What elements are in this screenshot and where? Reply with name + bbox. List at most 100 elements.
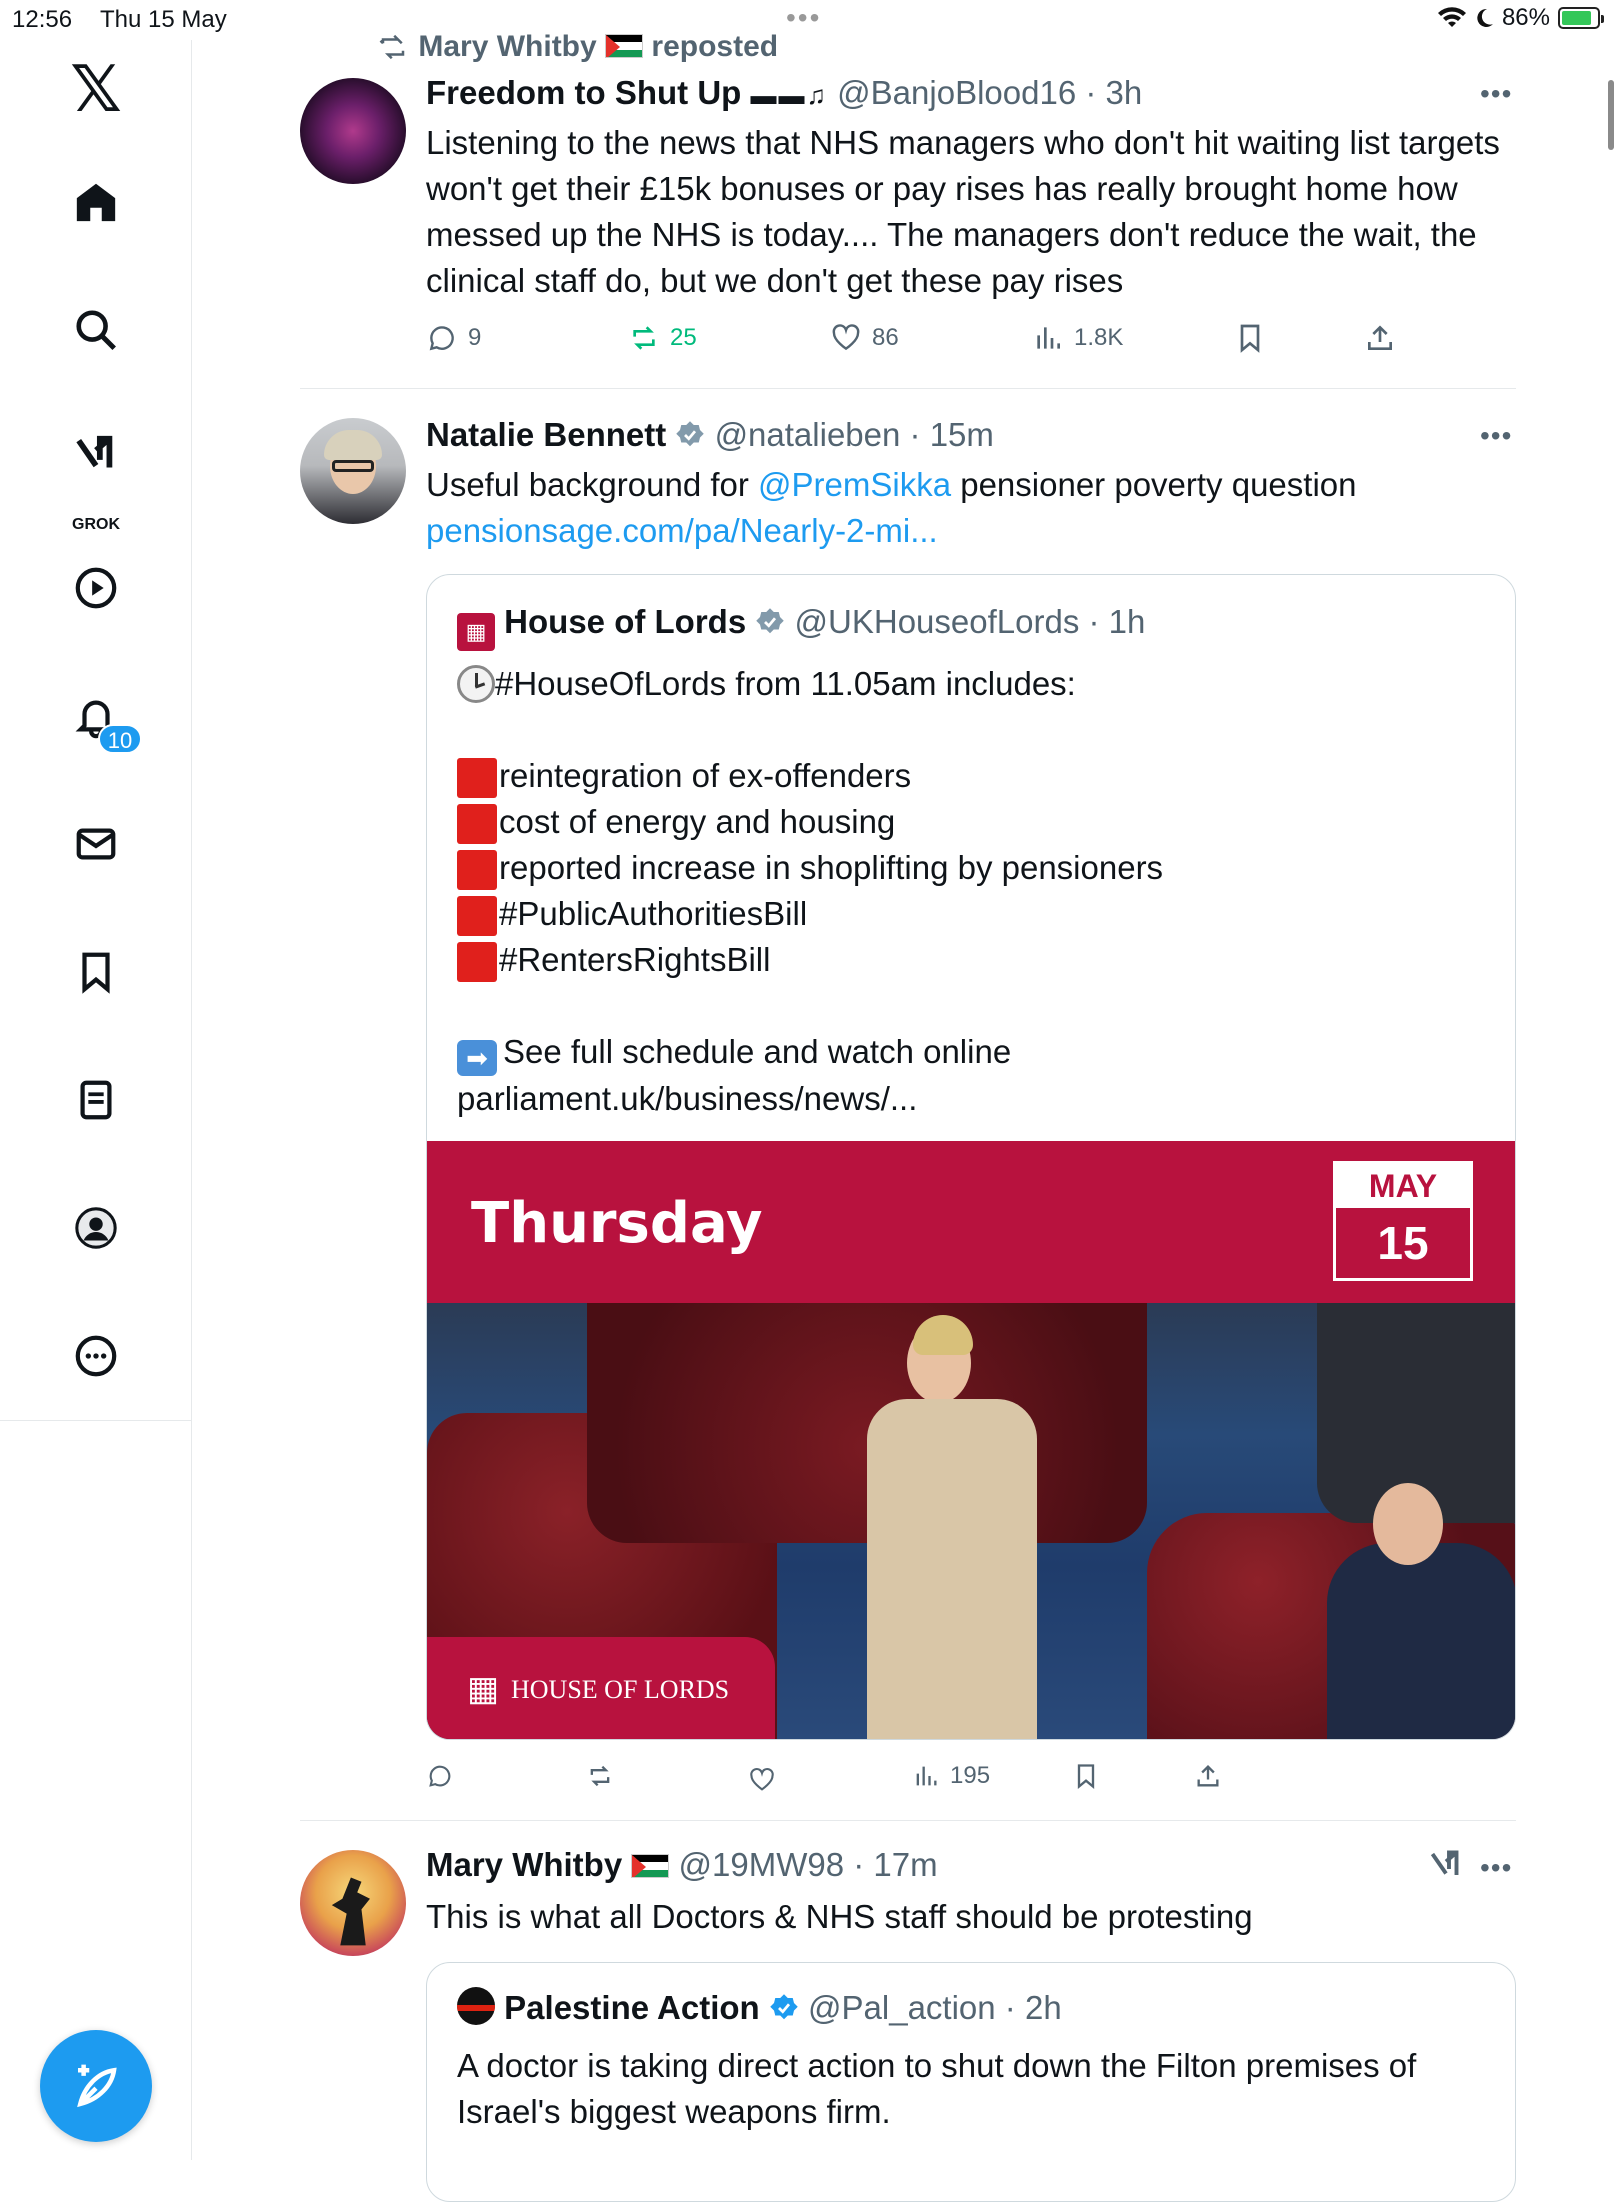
quote-time: 1h	[1108, 603, 1146, 640]
post-time[interactable]: 15m	[930, 416, 994, 453]
right-arrow-icon: ➡	[457, 1040, 497, 1076]
quote-header: ▦ House of Lords @UKHouseofLords · 1h	[457, 603, 1145, 651]
author-handle[interactable]: @BanjoBlood16	[837, 74, 1076, 111]
grok-label: GROK	[72, 516, 120, 533]
palestine-flag-icon	[631, 1854, 670, 1878]
post-text-post: pensioner poverty question	[951, 466, 1357, 503]
bookmark-button[interactable]	[1072, 1762, 1100, 1790]
sidebar: 𝕏 GROK 10	[0, 40, 192, 2160]
compose-icon	[77, 2064, 117, 2108]
avatar[interactable]	[300, 418, 406, 524]
like-button[interactable]	[748, 1766, 776, 1794]
logo-text: HOUSE OF LORDS	[511, 1675, 730, 1704]
home-icon[interactable]	[66, 172, 126, 232]
views-button[interactable]: 1.8K	[1032, 322, 1123, 354]
emoji-flags-icon: ▬▬♫	[750, 80, 828, 110]
repost-label: reposted	[651, 30, 779, 63]
share-button[interactable]	[1194, 1762, 1222, 1790]
post-text: Listening to the news that NHS managers …	[426, 124, 1500, 299]
author-handle[interactable]: @natalieben	[715, 416, 901, 453]
reply-button[interactable]	[426, 1762, 454, 1790]
quoted-post[interactable]: Palestine Action @Pal_action · 2h A doct…	[426, 1962, 1516, 2202]
mail-icon[interactable]	[66, 814, 126, 874]
avatar[interactable]	[300, 1850, 406, 1956]
repost-icon	[590, 1765, 610, 1787]
avatar[interactable]	[300, 78, 406, 184]
author-handle[interactable]: @19MW98	[679, 1846, 845, 1883]
portcullis-icon: ▦	[457, 613, 495, 651]
banner-date: 15	[1336, 1208, 1470, 1278]
author-name[interactable]: Mary Whitby	[426, 1846, 622, 1883]
grok-explain-button[interactable]	[1428, 1848, 1464, 1884]
liver-bird-icon	[331, 1877, 370, 1946]
lords-logo: ▦ HOUSE OF LORDS	[427, 1637, 775, 1739]
reply-count: 9	[468, 324, 482, 351]
post-text: Useful background for @PremSikka pension…	[426, 462, 1506, 554]
battery-percent: 86%	[1501, 4, 1550, 31]
battery-icon	[1558, 7, 1604, 29]
verified-badge-icon	[770, 1994, 798, 2020]
video-icon[interactable]	[66, 558, 126, 618]
calendar-icon: MAY 15	[1333, 1161, 1473, 1281]
quote-header: Palestine Action @Pal_action · 2h	[457, 1987, 1062, 2027]
more-options-icon[interactable]: •••	[1480, 420, 1512, 452]
bookmark-icon	[1240, 324, 1260, 353]
more-options-icon[interactable]: •••	[1480, 1852, 1512, 1884]
quote-time: 2h	[1024, 1989, 1062, 2026]
grok-icon[interactable]	[66, 426, 126, 486]
repost-button[interactable]	[586, 1762, 614, 1790]
agenda-item: cost of energy and housing	[457, 799, 1497, 845]
quote-author-handle[interactable]: @UKHouseofLords	[795, 603, 1080, 640]
more-icon[interactable]	[66, 1326, 126, 1386]
quote-author-name[interactable]: Palestine Action	[504, 1989, 760, 2026]
quoted-post[interactable]: ▦ House of Lords @UKHouseofLords · 1h #H…	[426, 574, 1516, 1740]
author-name[interactable]: Freedom to Shut Up	[426, 74, 741, 111]
search-icon[interactable]	[66, 300, 126, 360]
quote-author-name[interactable]: House of Lords	[504, 603, 746, 640]
reply-icon	[429, 1765, 451, 1787]
wifi-icon	[1437, 7, 1466, 28]
quote-cta: See full schedule and watch online	[503, 1033, 1012, 1070]
author-name[interactable]: Natalie Bennett	[426, 416, 666, 453]
share-button[interactable]	[1364, 322, 1396, 354]
agenda-item: reported increase in shoplifting by pens…	[457, 845, 1497, 891]
heart-icon	[750, 1767, 774, 1791]
mention-link[interactable]: @PremSikka	[758, 466, 951, 503]
reply-button[interactable]: 9	[426, 322, 481, 354]
post-header: Mary Whitby @19MW98 · 17m	[426, 1846, 938, 1883]
repost-button[interactable]: 25	[628, 322, 697, 354]
quote-author-handle[interactable]: @Pal_action	[808, 1989, 996, 2026]
bookmark-icon[interactable]	[66, 942, 126, 1002]
banner-month: MAY	[1368, 1168, 1438, 1204]
multitask-dots-icon[interactable]: •••	[786, 2, 821, 34]
list-icon[interactable]	[66, 1070, 126, 1130]
quote-body: #HouseOfLords from 11.05am includes: rei…	[457, 661, 1497, 1122]
schedule-image[interactable]: Thursday MAY 15 ▦ HOUSE OF LORDS	[427, 1141, 1515, 1739]
palestine-action-logo-icon	[457, 1987, 495, 2025]
post-time[interactable]: 17m	[873, 1846, 937, 1883]
quote-url[interactable]: parliament.uk/business/news/...	[457, 1076, 1497, 1122]
heart-icon	[832, 324, 860, 351]
external-link[interactable]: pensionsage.com/pa/Nearly-2-mi...	[426, 512, 938, 549]
palestine-flag-icon	[605, 34, 644, 58]
views-count: 1.8K	[1074, 324, 1124, 351]
red-square-icon	[457, 758, 497, 799]
repost-icon	[379, 34, 405, 60]
repost-count: 25	[670, 324, 697, 351]
repost-icon	[633, 326, 655, 350]
repost-by[interactable]: Mary Whitby	[418, 30, 596, 63]
quote-text: A doctor is taking direct action to shut…	[457, 2047, 1417, 2130]
moon-icon	[1477, 8, 1493, 27]
x-logo[interactable]: 𝕏	[66, 53, 126, 127]
like-button[interactable]: 86	[830, 322, 899, 354]
post-time[interactable]: 3h	[1106, 74, 1143, 111]
sidebar-divider	[0, 1420, 192, 1421]
views-count: 195	[950, 1762, 991, 1789]
more-options-icon[interactable]: •••	[1480, 78, 1512, 110]
compose-button[interactable]	[40, 2030, 152, 2142]
notifications-badge: 10	[98, 724, 142, 754]
scrollbar[interactable]	[1608, 80, 1614, 150]
views-button[interactable]: 195	[912, 1762, 990, 1790]
profile-icon[interactable]	[66, 1198, 126, 1258]
bookmark-button[interactable]	[1234, 322, 1266, 354]
